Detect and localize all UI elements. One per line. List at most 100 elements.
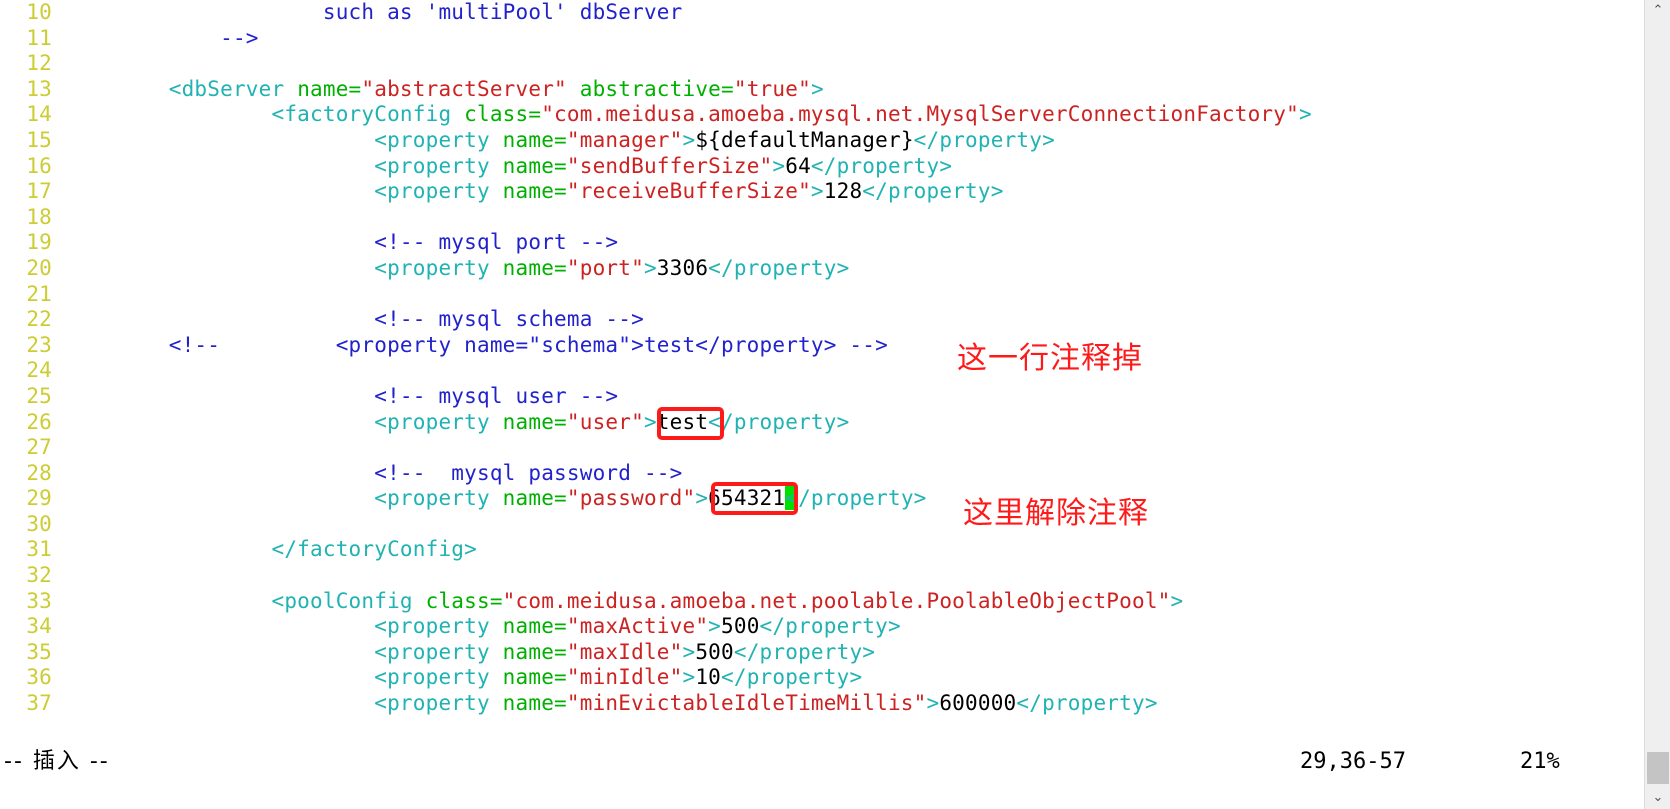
line-number-gutter-pad	[52, 537, 66, 563]
line-number: 10	[26, 0, 52, 24]
code-line[interactable]: 37 <property name="minEvictableIdleTimeM…	[0, 691, 1640, 717]
code-line[interactable]: 27	[0, 435, 1640, 461]
code-line[interactable]: 21	[0, 282, 1640, 308]
code-token: </property>	[1016, 691, 1158, 716]
text-cursor: <	[785, 486, 799, 511]
code-line[interactable]: 33 <poolConfig class="com.meidusa.amoeba…	[0, 589, 1640, 615]
code-line[interactable]: 14 <factoryConfig class="com.meidusa.amo…	[0, 102, 1640, 128]
code-token: name=	[502, 665, 567, 690]
line-number: 36	[26, 665, 52, 690]
code-line[interactable]: 18	[0, 205, 1640, 231]
code-token: "manager"	[566, 127, 683, 152]
code-token: /property>	[798, 486, 927, 511]
code-line[interactable]: 36 <property name="minIdle">10</property…	[0, 665, 1640, 691]
code-token: name=	[502, 691, 567, 716]
line-number: 11	[26, 25, 52, 50]
code-line[interactable]: 10 such as 'multiPool' dbServer	[0, 0, 1640, 26]
code-line[interactable]: 15 <property name="manager">${defaultMan…	[0, 128, 1640, 154]
code-line[interactable]: 13 <dbServer name="abstractServer" abstr…	[0, 77, 1640, 103]
code-line[interactable]: 24	[0, 358, 1640, 384]
code-token: </property>	[708, 255, 850, 280]
annotation-text-1: 这一行注释掉	[957, 341, 1143, 376]
code-token: 10	[695, 665, 722, 690]
code-line[interactable]: 34 <property name="maxActive">500</prope…	[0, 614, 1640, 640]
code-token: abstractive=	[566, 76, 734, 101]
line-number-gutter-pad	[52, 26, 66, 52]
code-token: -->	[66, 25, 259, 50]
code-token: >	[1298, 102, 1312, 127]
scroll-up-arrow-icon[interactable]: ⌃	[1645, 0, 1670, 22]
line-number-gutter-pad	[52, 179, 66, 205]
code-line[interactable]: 29 <property name="password">654321</pro…	[0, 486, 1640, 512]
code-token: </property>	[759, 614, 901, 639]
line-number-gutter-pad	[52, 256, 66, 282]
vertical-scrollbar[interactable]: ⌃ ⌄	[1644, 0, 1670, 809]
code-line[interactable]: 28 <!-- mysql password -->	[0, 461, 1640, 487]
code-token: ${defaultManager}	[695, 127, 914, 152]
line-number-gutter-pad	[52, 691, 66, 717]
annotation-text-2: 这里解除注释	[963, 496, 1149, 531]
code-line[interactable]: 17 <property name="receiveBufferSize">12…	[0, 179, 1640, 205]
line-number-gutter-pad	[52, 51, 66, 77]
code-token: </property>	[810, 153, 953, 178]
code-buffer[interactable]: 10 such as 'multiPool' dbServer 11 --> 12 …	[0, 0, 1640, 742]
code-token: <property	[66, 409, 503, 434]
line-number: 31	[26, 537, 52, 562]
code-token: <property	[66, 255, 503, 280]
line-number-gutter-pad	[52, 102, 66, 128]
code-token: "minEvictableIdleTimeMillis"	[566, 691, 927, 716]
code-token: >	[810, 179, 824, 204]
code-line[interactable]: 25 <!-- mysql user -->	[0, 384, 1640, 410]
horizontal-scrollbar[interactable]	[0, 783, 1644, 809]
line-number-gutter-pad	[52, 410, 66, 436]
code-token: <dbServer	[66, 76, 298, 101]
code-token: <!-- mysql password -->	[66, 460, 683, 485]
status-scroll-percent: 21%	[1520, 749, 1560, 774]
code-line[interactable]: 12	[0, 51, 1640, 77]
line-number: 32	[26, 563, 52, 588]
line-number-gutter-pad	[52, 640, 66, 666]
code-token: 3306	[656, 255, 709, 280]
line-number: 13	[26, 76, 52, 101]
code-token: </property>	[862, 179, 1004, 204]
code-token: "user"	[566, 409, 644, 434]
code-token: "sendBufferSize"	[566, 153, 773, 178]
line-number: 14	[26, 102, 52, 127]
line-number: 34	[26, 614, 52, 639]
code-token: >	[682, 127, 696, 152]
code-line[interactable]: 35 <property name="maxIdle">500</propert…	[0, 640, 1640, 666]
line-number: 30	[26, 511, 52, 536]
line-number: 20	[26, 255, 52, 280]
code-token: "password"	[566, 486, 696, 511]
code-token: "maxActive"	[566, 614, 709, 639]
line-number-gutter-pad	[52, 0, 66, 26]
code-line[interactable]: 26 <property name="user">test</property>	[0, 410, 1640, 436]
line-number-gutter-pad	[52, 128, 66, 154]
code-token: <factoryConfig	[66, 102, 465, 127]
code-line[interactable]: 30	[0, 512, 1640, 538]
code-token: <property	[66, 127, 503, 152]
code-line[interactable]: 32	[0, 563, 1640, 589]
line-number-gutter-pad	[52, 77, 66, 103]
code-line[interactable]: 23 <!-- <property name="schema">test</pr…	[0, 333, 1640, 359]
line-number: 15	[26, 127, 52, 152]
code-token: <property	[66, 614, 503, 639]
line-number-gutter-pad	[52, 358, 66, 384]
line-number: 28	[26, 460, 52, 485]
code-line[interactable]: 16 <property name="sendBufferSize">64</p…	[0, 154, 1640, 180]
code-line[interactable]: 22 <!-- mysql schema -->	[0, 307, 1640, 333]
line-number-gutter-pad	[52, 307, 66, 333]
code-token: <!-- mysql user -->	[66, 383, 619, 408]
code-line[interactable]: 19 <!-- mysql port -->	[0, 230, 1640, 256]
code-token: name=	[502, 614, 567, 639]
code-line[interactable]: 20 <property name="port">3306</property>	[0, 256, 1640, 282]
vertical-scrollbar-thumb[interactable]	[1647, 752, 1669, 784]
code-token: such as 'multiPool' dbServer	[66, 0, 683, 24]
scroll-down-arrow-icon[interactable]: ⌄	[1645, 787, 1670, 809]
code-line[interactable]: 11 -->	[0, 26, 1640, 52]
code-token: 600000	[939, 691, 1017, 716]
code-token: name=	[502, 409, 567, 434]
status-bar: -- 插入 -- 29,36-57 21%	[0, 742, 1640, 782]
code-line[interactable]: 31 </factoryConfig>	[0, 537, 1640, 563]
line-number: 23	[26, 332, 52, 357]
